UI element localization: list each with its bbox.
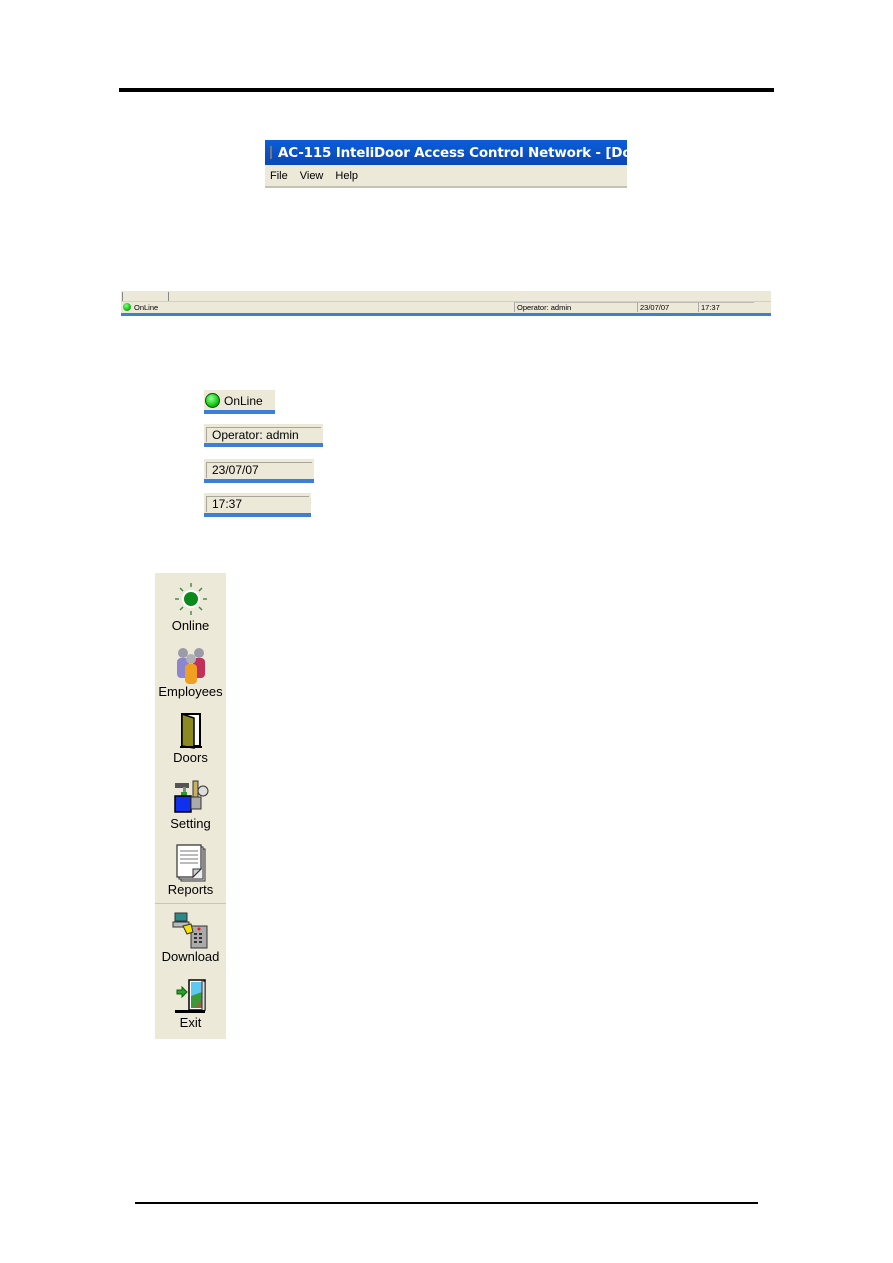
toolbar-setting-button[interactable]: Setting — [155, 771, 226, 837]
toolbar-download-button[interactable]: Download — [155, 904, 226, 970]
app-window-header: AC-115 InteliDoor Access Control Network… — [265, 140, 691, 188]
footer-rule — [135, 1202, 758, 1204]
main-toolbar: Online Employees Doors Setting Reports D… — [155, 573, 226, 1039]
header-rule — [119, 88, 774, 92]
status-bar-accent — [121, 313, 771, 316]
panel-time: 17:37 — [204, 493, 311, 517]
toolbar-doors-button[interactable]: Doors — [155, 705, 226, 771]
status-connection: OnLine — [134, 303, 159, 312]
door-icon — [179, 712, 202, 749]
status-time: 17:37 — [698, 302, 754, 312]
status-operator: Operator: admin — [514, 302, 637, 312]
panel-accent — [204, 410, 275, 414]
toolbar-exit-button[interactable]: Exit — [155, 970, 226, 1036]
online-led-icon — [174, 583, 207, 615]
panel-operator: Operator: admin — [204, 424, 323, 447]
menu-view[interactable]: View — [294, 170, 330, 182]
report-document-icon — [175, 844, 205, 882]
download-terminal-icon — [172, 912, 207, 949]
panel-accent — [204, 443, 323, 447]
online-led-icon — [123, 303, 131, 311]
menu-bar: File View Help — [265, 165, 627, 188]
status-bar: OnLine Operator: admin 23/07/07 17:37 — [121, 291, 771, 316]
toolbar-doors-label: Doors — [173, 750, 208, 765]
app-icon — [270, 146, 272, 159]
panel-connection: OnLine — [204, 390, 275, 414]
toolbar-exit-label: Exit — [179, 1015, 202, 1030]
toolbar-setting-label: Setting — [170, 816, 211, 831]
toolbar-reports-label: Reports — [167, 882, 214, 897]
toolbar-online-label: Online — [171, 618, 210, 633]
status-bar-upper — [121, 291, 771, 302]
status-bar-panels: OnLine Operator: admin 23/07/07 17:37 — [121, 302, 771, 313]
toolbar-online-button[interactable]: Online — [155, 573, 226, 639]
divider — [168, 292, 169, 301]
toolbar-employees-label: Employees — [158, 684, 223, 699]
employees-icon — [176, 648, 205, 684]
panel-date-text: 23/07/07 — [206, 462, 312, 478]
online-led-icon — [205, 393, 220, 408]
toolbar-employees-button[interactable]: Employees — [155, 639, 226, 705]
menu-help[interactable]: Help — [329, 170, 364, 182]
panel-operator-text: Operator: admin — [206, 427, 321, 442]
tools-icon — [173, 780, 208, 813]
panel-accent — [204, 479, 314, 483]
panel-connection-text: OnLine — [224, 394, 263, 408]
exit-door-icon — [174, 979, 206, 1013]
window-title: AC-115 InteliDoor Access Control Network… — [278, 144, 691, 161]
panel-accent — [204, 513, 311, 517]
divider — [122, 292, 123, 301]
menu-file[interactable]: File — [265, 170, 294, 182]
title-bar[interactable]: AC-115 InteliDoor Access Control Network… — [265, 140, 691, 165]
panel-date: 23/07/07 — [204, 459, 314, 483]
toolbar-reports-button[interactable]: Reports — [155, 837, 226, 903]
status-date: 23/07/07 — [637, 302, 698, 312]
panel-time-text: 17:37 — [206, 496, 309, 512]
toolbar-download-label: Download — [161, 949, 220, 964]
